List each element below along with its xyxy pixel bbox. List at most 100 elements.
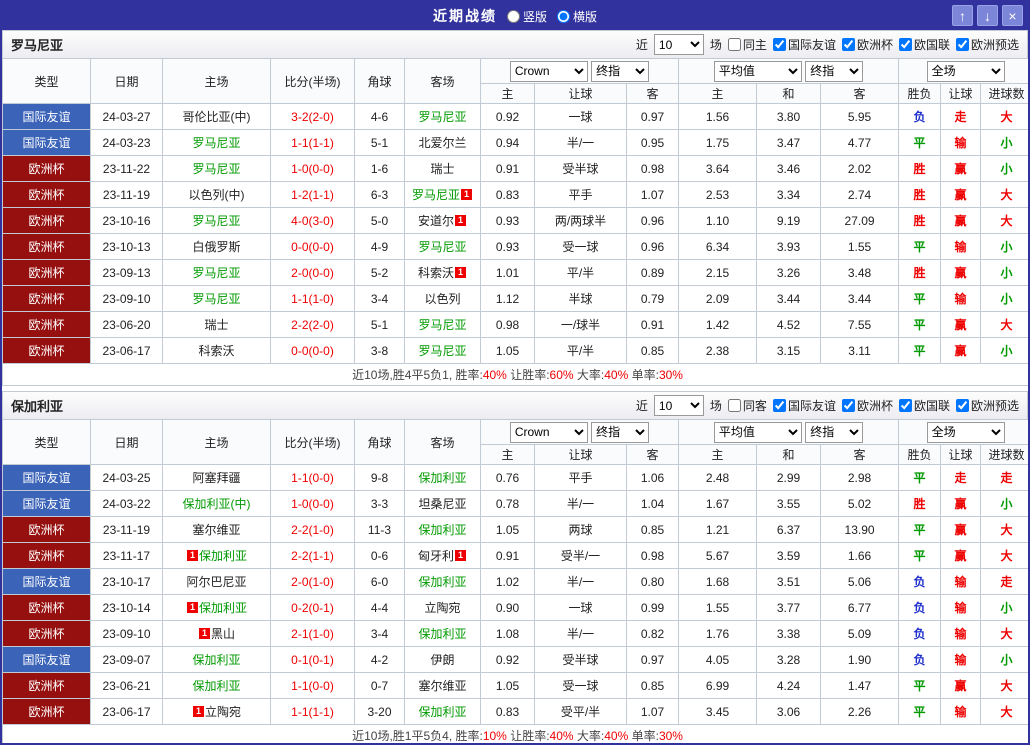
avg-stage-select[interactable]: 终指 <box>805 60 864 82</box>
result-handicap: 赢 <box>940 259 982 286</box>
team-name: 保加利亚 <box>192 653 241 667</box>
odds-away: 0.97 <box>625 646 680 673</box>
comp-friendly-label: 国际友谊 <box>787 399 836 413</box>
scope-header-cell: 全场 <box>898 58 1028 84</box>
vertical-radio[interactable] <box>506 9 520 23</box>
matches-table: 类型 日期 主场 比分(半场) 角球 客场 Crown 终指 平均值 终指 全场… <box>2 419 1028 743</box>
comp-filter-friendly[interactable]: 国际友谊 <box>772 36 836 53</box>
comp-filter-nations-league[interactable]: 欧国联 <box>898 36 950 53</box>
match-count-select[interactable]: 10 <box>653 395 704 416</box>
same-venue-checkbox[interactable] <box>727 399 741 412</box>
comp-euro-checkbox[interactable] <box>841 38 855 51</box>
average-select[interactable]: 平均值 <box>713 60 802 82</box>
comp-filter-euro-qualifiers[interactable]: 欧洲预选 <box>955 397 1019 414</box>
home-team-cell: 罗马尼亚 <box>162 259 271 286</box>
comp-nations-label: 欧国联 <box>913 399 950 413</box>
result-handicap: 输 <box>940 646 982 673</box>
avg-home: 5.67 <box>678 542 758 569</box>
odds-home: 0.83 <box>480 698 535 725</box>
away-team-cell: 罗马尼亚 <box>404 233 481 260</box>
bookmaker-select[interactable]: Crown <box>509 60 588 82</box>
comp-nations-checkbox[interactable] <box>898 38 912 51</box>
comp-filter-euro-qualifiers[interactable]: 欧洲预选 <box>955 36 1019 53</box>
avg-draw: 3.51 <box>756 568 822 595</box>
odds-away: 0.85 <box>625 672 680 699</box>
odds-home: 1.12 <box>480 285 535 312</box>
home-team-cell: 保加利亚 <box>162 646 271 673</box>
summary-cell: 近10场,胜4平5负1, 胜率:40% 让胜率:60% 大率:40% 单率:30… <box>2 363 1028 386</box>
same-venue-checkbox[interactable] <box>727 38 741 51</box>
scroll-up-button[interactable]: ↑ <box>952 5 973 26</box>
avg-draw: 3.44 <box>756 285 822 312</box>
away-team-cell: 罗马尼亚 <box>404 337 481 364</box>
comp-friendly-checkbox[interactable] <box>772 399 786 412</box>
layout-vertical-option[interactable]: 竖版 <box>506 8 547 25</box>
comp-filter-friendly[interactable]: 国际友谊 <box>772 397 836 414</box>
match-row: 欧洲杯 23-09-10 1 黑山 2-1(1-0) 3-4 保加利亚 1.08 半/一 0.82… <box>2 620 1028 647</box>
layout-horizontal-option[interactable]: 横版 <box>557 8 597 25</box>
avg-draw: 3.77 <box>756 594 822 621</box>
col-header-date: 日期 <box>90 419 163 465</box>
match-count-select[interactable]: 10 <box>653 34 704 55</box>
comp-qualifiers-checkbox[interactable] <box>955 399 969 412</box>
avg-away: 5.09 <box>820 620 900 647</box>
result-winloss: 平 <box>898 698 942 725</box>
avg-home: 2.53 <box>678 181 758 208</box>
avg-stage-select[interactable]: 终指 <box>805 421 864 443</box>
comp-friendly-checkbox[interactable] <box>772 38 786 51</box>
result-winloss: 平 <box>898 516 942 543</box>
match-row: 国际友谊 24-03-22 保加利亚(中) 1-0(0-0) 3-3 坦桑尼亚 0.78 半/… <box>2 490 1028 517</box>
competition-type-badge: 欧洲杯 <box>2 233 91 260</box>
score-cell: 0-1(0-1) <box>270 646 355 673</box>
match-row: 欧洲杯 23-11-22 罗马尼亚 1-0(0-0) 1-6 瑞士 0.91 受半球 0.98 3… <box>2 155 1028 182</box>
team-name-heading: 罗马尼亚 <box>11 38 64 53</box>
odds-stage-select[interactable]: 终指 <box>591 421 650 443</box>
average-select[interactable]: 平均值 <box>713 421 802 443</box>
result-goals: 小 <box>980 285 1028 312</box>
horizontal-radio[interactable] <box>557 9 570 23</box>
result-winloss: 胜 <box>898 207 942 234</box>
match-scope-select[interactable]: 全场 <box>926 421 1005 443</box>
comp-nations-checkbox[interactable] <box>898 399 912 412</box>
odds-home: 0.90 <box>480 594 535 621</box>
comp-qualifiers-checkbox[interactable] <box>955 38 969 51</box>
summary-segment: 单率: <box>628 729 659 743</box>
result-winloss: 胜 <box>898 155 942 182</box>
result-goals: 大 <box>980 516 1028 543</box>
avg-home: 1.75 <box>678 129 758 156</box>
corners-cell: 6-0 <box>354 568 405 595</box>
match-scope-select[interactable]: 全场 <box>926 60 1005 82</box>
scroll-down-button[interactable]: ↓ <box>977 5 998 26</box>
comp-filter-euro[interactable]: 欧洲杯 <box>841 397 893 414</box>
result-goals: 小 <box>980 646 1028 673</box>
team-name: 阿塞拜疆 <box>192 471 241 485</box>
result-handicap: 输 <box>940 129 982 156</box>
result-handicap: 输 <box>940 233 982 260</box>
same-venue-filter[interactable]: 同主 <box>727 36 767 53</box>
corners-cell: 4-6 <box>354 103 405 130</box>
comp-euro-checkbox[interactable] <box>841 399 855 412</box>
sub-header-winloss: 胜负 <box>898 83 942 104</box>
home-team-cell: 哥伦比亚(中) <box>162 103 271 130</box>
games-label: 场 <box>709 38 722 52</box>
competition-type-badge: 欧洲杯 <box>2 698 91 725</box>
comp-filter-euro[interactable]: 欧洲杯 <box>841 36 893 53</box>
avg-home: 1.67 <box>678 490 758 517</box>
competition-type-badge: 欧洲杯 <box>2 155 91 182</box>
close-button[interactable]: × <box>1002 5 1023 26</box>
odds-stage-select[interactable]: 终指 <box>591 60 650 82</box>
sub-header-goals: 进球数 <box>980 444 1028 465</box>
result-winloss: 负 <box>898 646 942 673</box>
red-card-badge: 1 <box>455 550 466 561</box>
odds-home: 1.05 <box>480 516 535 543</box>
same-venue-filter[interactable]: 同客 <box>727 397 767 414</box>
avg-away: 2.26 <box>820 698 900 725</box>
home-team-cell: 1 保加利亚 <box>162 594 271 621</box>
comp-filter-nations-league[interactable]: 欧国联 <box>898 397 950 414</box>
bookmaker-select[interactable]: Crown <box>509 421 588 443</box>
home-team-cell: 罗马尼亚 <box>162 129 271 156</box>
corners-cell: 5-1 <box>354 129 405 156</box>
col-header-score: 比分(半场) <box>270 58 355 104</box>
odds-home: 0.78 <box>480 490 535 517</box>
score-cell: 2-2(1-0) <box>270 516 355 543</box>
